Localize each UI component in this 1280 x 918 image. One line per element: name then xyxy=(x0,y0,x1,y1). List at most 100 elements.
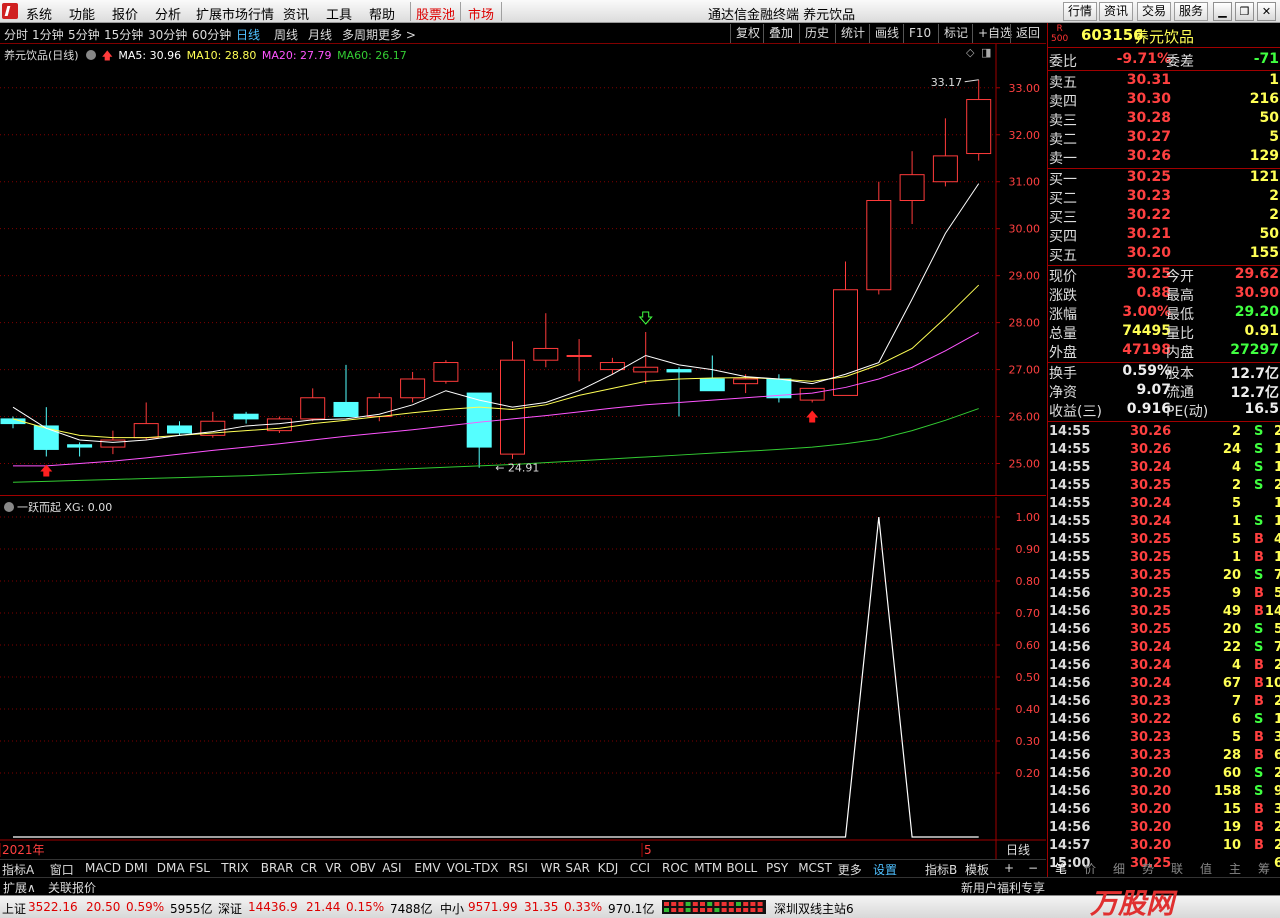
quote-bottom-tab-7[interactable]: 筹 xyxy=(1258,860,1270,877)
period-tab-8[interactable]: 月线 xyxy=(308,26,332,43)
tick-list[interactable]: 14:55 30.26 2 S 2 14:55 30.26 24 S 1 14:55 30.24 4 S 1… xyxy=(1048,423,1280,877)
kline-chart[interactable]: 25.00 26.00 27.00 28.00 29.00 30.00 31.00 32.00… xyxy=(0,44,1046,496)
indicator-tab-13[interactable]: VOL-TDX xyxy=(447,861,499,875)
menu-system[interactable]: 系统 xyxy=(26,4,52,23)
quote-bottom-tabs: 笔价细势联值主筹 xyxy=(1047,859,1280,877)
menu-market[interactable]: 市场 xyxy=(468,4,494,23)
indicator-tab-9[interactable]: VR xyxy=(325,861,342,875)
indicator-tab-17[interactable]: KDJ xyxy=(598,861,619,875)
tick-volume: 22 xyxy=(1222,640,1241,655)
tool-btn-4[interactable]: 画线 xyxy=(869,24,904,43)
menu-tools[interactable]: 工具 xyxy=(326,4,352,23)
indicator-tab-15[interactable]: WR xyxy=(541,861,561,875)
ext-toggle[interactable]: 扩展∧ xyxy=(3,879,36,896)
quote-bottom-tab-1[interactable]: 价 xyxy=(1084,860,1096,877)
close-icon[interactable]: ✕ xyxy=(1257,2,1276,21)
period-tab-5[interactable]: 60分钟 xyxy=(192,26,231,43)
indicator-right-tab-0[interactable]: 指标B xyxy=(925,861,957,878)
indicator-tab-4[interactable]: DMA xyxy=(157,861,185,875)
indicator-tab-7[interactable]: BRAR xyxy=(261,861,294,875)
quote-bottom-tab-0[interactable]: 笔 xyxy=(1055,860,1067,877)
related-quote-tab[interactable]: 关联报价 xyxy=(48,879,96,896)
indicator-tab-1[interactable]: 窗口 xyxy=(50,861,74,878)
indicator-right-tab-2[interactable]: + xyxy=(1004,861,1014,875)
indicator-tab-16[interactable]: SAR xyxy=(565,861,589,875)
tool-btn-0[interactable]: 复权 xyxy=(730,24,765,43)
indicator-right-tab-3[interactable]: − xyxy=(1028,861,1038,875)
btn-news[interactable]: 资讯 xyxy=(1099,2,1134,21)
kline-chart-panel[interactable]: 25.00 26.00 27.00 28.00 29.00 30.00 31.00 32.00… xyxy=(0,44,1046,496)
server-name[interactable]: 深圳双线主站6 xyxy=(774,900,854,917)
period-tab-1[interactable]: 1分钟 xyxy=(32,26,64,43)
indicator-tab-11[interactable]: ASI xyxy=(382,861,401,875)
x-axis-label-month: 5 xyxy=(644,843,652,857)
menu-news[interactable]: 资讯 xyxy=(283,4,309,23)
period-tab-4[interactable]: 30分钟 xyxy=(148,26,187,43)
period-tab-10[interactable]: 更多 > xyxy=(378,26,416,43)
quote-bottom-tab-6[interactable]: 主 xyxy=(1229,860,1241,877)
indicator-tab-2[interactable]: MACD xyxy=(85,861,121,875)
restore-icon[interactable]: ❐ xyxy=(1235,2,1254,21)
indicator-tab-12[interactable]: EMV xyxy=(414,861,440,875)
indicator-tab-3[interactable]: DMI xyxy=(125,861,148,875)
tool-btn-6[interactable]: 标记 xyxy=(938,24,973,43)
quote-bottom-tab-2[interactable]: 细 xyxy=(1113,860,1125,877)
indicator-tab-0[interactable]: 指标A xyxy=(2,861,34,878)
indicator-tab-14[interactable]: RSI xyxy=(508,861,528,875)
tick-row: 14:56 30.23 28 B 6 xyxy=(1048,748,1280,766)
period-label: 日线 xyxy=(1006,843,1030,857)
period-tab-0[interactable]: 分时 xyxy=(4,26,28,43)
menu-stock-pool[interactable]: 股票池 xyxy=(416,4,455,23)
legend-menu-icon[interactable] xyxy=(86,50,97,60)
indicator-tab-20[interactable]: MTM xyxy=(694,861,722,875)
menu-function[interactable]: 功能 xyxy=(69,4,95,23)
indicator-tab-22[interactable]: PSY xyxy=(766,861,788,875)
tick-volume: 2 xyxy=(1231,424,1241,439)
indicator-chart[interactable]: 0.20 0.30 0.40 0.50 0.60 0.70 0.80 0.90 1.00 2021… xyxy=(0,497,1046,859)
quote-bottom-tab-3[interactable]: 势 xyxy=(1142,860,1154,877)
tool-btn-8[interactable]: 返回 xyxy=(1010,24,1045,43)
tool-btn-5[interactable]: F10 xyxy=(903,24,936,43)
period-tab-9[interactable]: 多周期 xyxy=(342,26,378,43)
quote-bottom-tab-5[interactable]: 值 xyxy=(1200,860,1212,877)
menu-ext-market[interactable]: 扩展市场行情 xyxy=(196,4,274,23)
candle xyxy=(167,421,192,436)
tick-count: 5 xyxy=(1273,586,1280,601)
btn-service[interactable]: 服务 xyxy=(1174,2,1209,21)
menu-analysis[interactable]: 分析 xyxy=(155,4,181,23)
period-tab-7[interactable]: 周线 xyxy=(274,26,298,43)
indicator-tab-8[interactable]: CR xyxy=(300,861,317,875)
indicator-panel[interactable]: 0.20 0.30 0.40 0.50 0.60 0.70 0.80 0.90 1.00 2021… xyxy=(0,497,1046,859)
indicator-menu-icon[interactable] xyxy=(4,502,14,512)
minimize-icon[interactable]: ▁ xyxy=(1213,2,1232,21)
candle xyxy=(666,367,692,417)
sell-signal-icon xyxy=(638,311,653,325)
indicator-tab-18[interactable]: CCI xyxy=(630,861,650,875)
indicator-tab-25[interactable]: 设置 xyxy=(873,861,897,878)
indicator-tab-10[interactable]: OBV xyxy=(350,861,376,875)
stat-row-3-label2: 量比 xyxy=(1166,326,1194,342)
menu-quote[interactable]: 报价 xyxy=(112,4,138,23)
period-tab-6[interactable]: 日线 xyxy=(236,26,260,43)
low-price-label: ← 24.91 xyxy=(495,462,539,475)
buy-row-2-value: 30.22 xyxy=(1126,207,1171,223)
tool-btn-1[interactable]: 叠加 xyxy=(763,24,798,43)
indicator-tab-6[interactable]: TRIX xyxy=(221,861,248,875)
indicator-right-tab-1[interactable]: 模板 xyxy=(965,861,989,878)
btn-quote[interactable]: 行情 xyxy=(1063,2,1098,21)
tool-btn-2[interactable]: 历史 xyxy=(799,24,834,43)
menu-help[interactable]: 帮助 xyxy=(369,4,395,23)
indicator-tab-21[interactable]: BOLL xyxy=(726,861,757,875)
period-tab-2[interactable]: 5分钟 xyxy=(68,26,100,43)
btn-trade[interactable]: 交易 xyxy=(1137,2,1172,21)
indicator-tab-24[interactable]: 更多 xyxy=(838,861,862,878)
indicator-tab-5[interactable]: FSL xyxy=(189,861,210,875)
tool-btn-3[interactable]: 统计 xyxy=(835,24,870,43)
period-tab-3[interactable]: 15分钟 xyxy=(104,26,143,43)
quote-bottom-tab-4[interactable]: 联 xyxy=(1171,860,1183,877)
indicator-tab-23[interactable]: MCST xyxy=(798,861,832,875)
indicator-tab-19[interactable]: ROC xyxy=(662,861,688,875)
new-user-benefit[interactable]: 新用户福利专享 xyxy=(961,879,1045,896)
stat-row-0-label: 现价 xyxy=(1049,269,1077,285)
buy-row-3: 买四 30.21 50 xyxy=(1048,226,1280,245)
